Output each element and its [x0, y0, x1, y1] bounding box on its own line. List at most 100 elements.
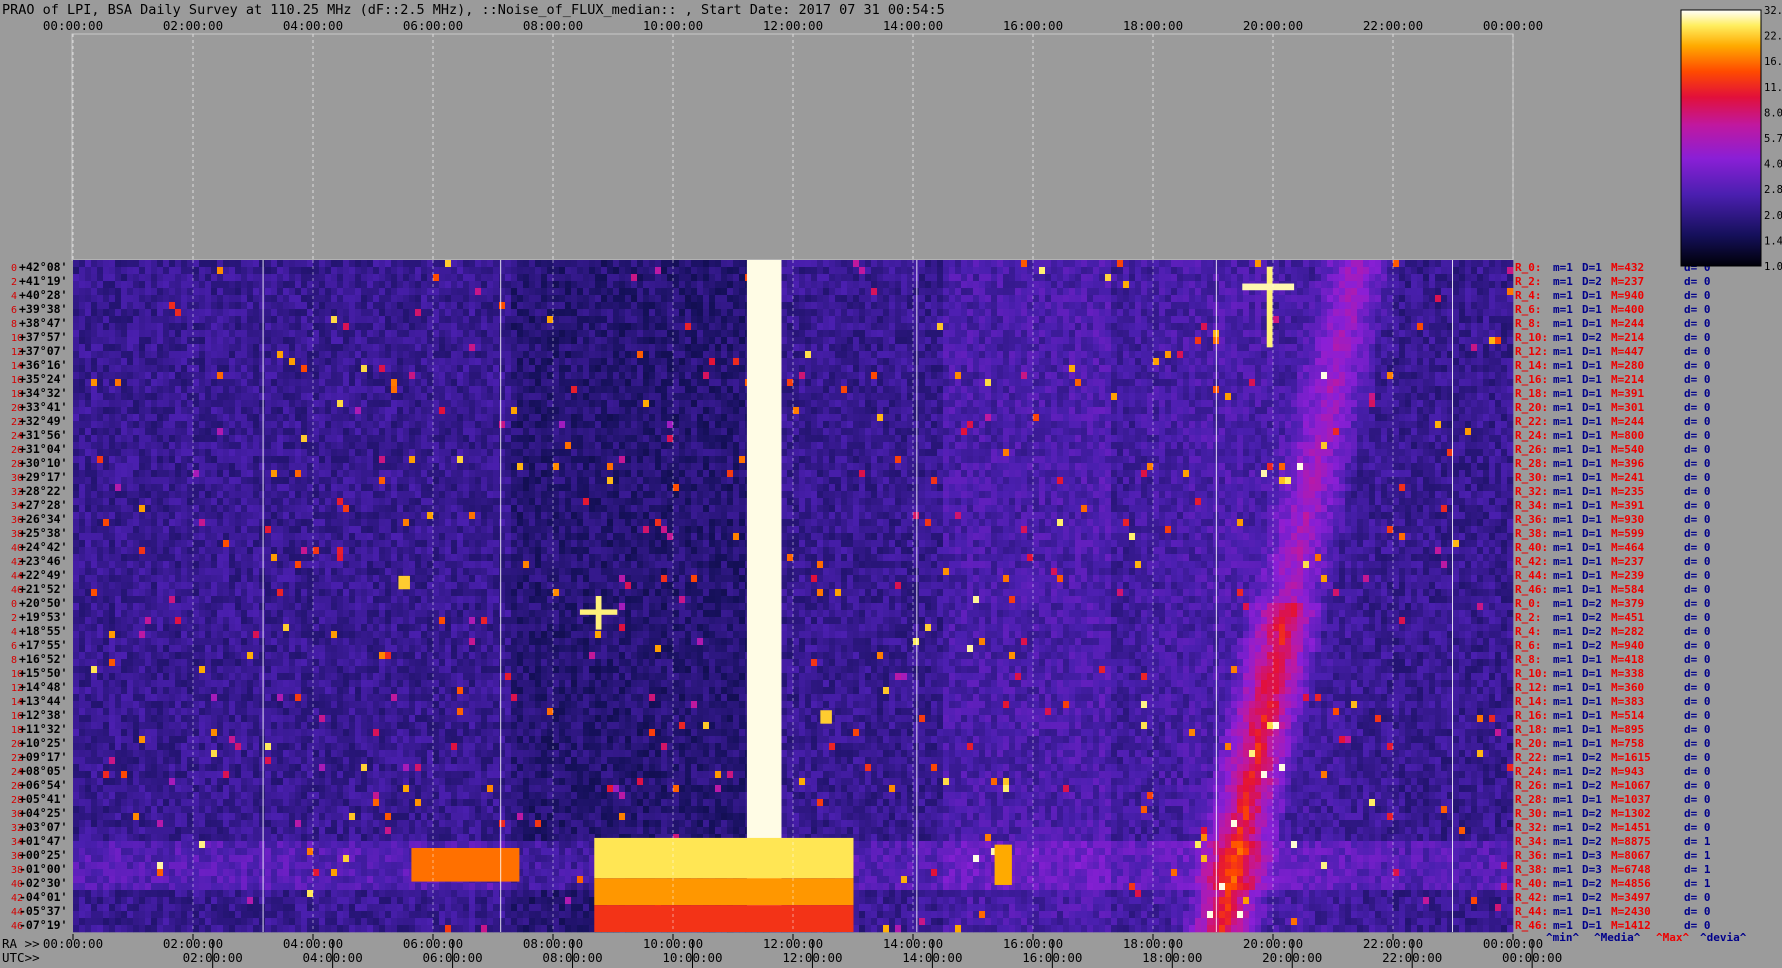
heatmap-cell	[841, 288, 848, 296]
heatmap-cell	[493, 358, 500, 366]
heatmap-cell	[397, 351, 404, 359]
heatmap-cell	[1369, 281, 1376, 289]
heatmap-cell	[1111, 337, 1118, 345]
heatmap-cell	[1321, 386, 1328, 394]
heatmap-cell	[313, 330, 320, 338]
heatmap-cell	[1417, 351, 1424, 359]
heatmap-cell	[229, 344, 236, 352]
heatmap-cell	[253, 260, 260, 268]
heatmap-cell	[1057, 379, 1064, 387]
heatmap-cell	[511, 365, 518, 373]
heatmap-cell	[859, 309, 866, 317]
heatmap-cell	[871, 358, 878, 366]
heatmap-cell	[379, 288, 386, 296]
heatmap-cell	[1249, 323, 1256, 331]
heatmap-cell	[1441, 358, 1448, 366]
heatmap-cell	[1219, 372, 1226, 380]
heatmap-cell	[793, 281, 800, 289]
heatmap-cell	[955, 372, 962, 380]
heatmap-cell	[781, 379, 788, 387]
heatmap-cell	[439, 337, 446, 345]
heatmap-cell	[571, 295, 578, 303]
heatmap-cell	[949, 372, 956, 380]
heatmap-cell	[79, 372, 86, 380]
heatmap-cell	[1015, 400, 1022, 408]
heatmap-cell	[181, 337, 188, 345]
heatmap-cell	[1345, 316, 1352, 324]
heatmap-cell	[295, 400, 302, 408]
heatmap-cell	[781, 393, 788, 401]
heatmap-cell	[613, 351, 620, 359]
heatmap-cell	[169, 288, 176, 296]
heatmap-cell	[715, 316, 722, 324]
heatmap-cell	[1501, 358, 1508, 366]
heatmap-cell	[613, 337, 620, 345]
heatmap-cell	[235, 316, 242, 324]
heatmap-cell	[1441, 309, 1448, 317]
heatmap-cell	[865, 274, 872, 282]
heatmap-cell	[1261, 267, 1268, 275]
heatmap-cell	[523, 281, 530, 289]
heatmap-cell	[1351, 316, 1358, 324]
heatmap-cell	[1387, 379, 1394, 387]
heatmap-cell	[1273, 386, 1280, 394]
heatmap-cell	[1039, 316, 1046, 324]
heatmap-cell	[1201, 344, 1208, 352]
survey-chart: PRAO of LPI, BSA Daily Survey at 110.25 …	[2, 2, 1782, 968]
heatmap-cell	[811, 323, 818, 331]
heatmap-cell	[1009, 358, 1016, 366]
heatmap-cell	[97, 372, 104, 380]
heatmap-cell	[1015, 281, 1022, 289]
heatmap-cell	[643, 400, 650, 408]
heatmap-cell	[235, 393, 242, 401]
heatmap-cell	[1489, 330, 1496, 338]
heatmap-cell	[337, 379, 344, 387]
heatmap-cell	[1243, 358, 1250, 366]
heatmap-cell	[1345, 330, 1352, 338]
heatmap-cell	[1129, 344, 1136, 352]
heatmap-cell	[1147, 393, 1154, 401]
heatmap-cell	[385, 358, 392, 366]
heatmap-cell	[295, 260, 302, 268]
heatmap-cell	[1045, 274, 1052, 282]
heatmap-cell	[1123, 288, 1130, 296]
heatmap-cell	[847, 379, 854, 387]
heatmap-cell	[835, 281, 842, 289]
heatmap-cell	[319, 302, 326, 310]
heatmap-cell	[403, 386, 410, 394]
heatmap-cell	[781, 330, 788, 338]
heatmap-cell	[289, 260, 296, 268]
heatmap-cell	[805, 386, 812, 394]
heatmap-cell	[571, 344, 578, 352]
heatmap-cell	[721, 379, 728, 387]
heatmap-cell	[943, 400, 950, 408]
heatmap-cell	[673, 351, 680, 359]
heatmap-cell	[619, 330, 626, 338]
heatmap-cell	[1315, 302, 1322, 310]
heatmap-cell	[679, 400, 686, 408]
heatmap-cell	[511, 337, 518, 345]
heatmap-cell	[1069, 295, 1076, 303]
heatmap-cell	[109, 281, 116, 289]
heatmap-cell	[361, 309, 368, 317]
heatmap-cell	[823, 274, 830, 282]
heatmap-cell	[829, 295, 836, 303]
heatmap-cell	[949, 302, 956, 310]
heatmap-cell	[967, 393, 974, 401]
heatmap-cell	[499, 365, 506, 373]
heatmap-cell	[1147, 288, 1154, 296]
heatmap-cell	[313, 344, 320, 352]
heatmap-cell	[1141, 358, 1148, 366]
heatmap-cell	[883, 386, 890, 394]
heatmap-cell	[601, 337, 608, 345]
heatmap-cell	[655, 344, 662, 352]
heatmap-cell	[1105, 372, 1112, 380]
heatmap-cell	[439, 288, 446, 296]
heatmap-cell	[1195, 295, 1202, 303]
heatmap-cell	[169, 358, 176, 366]
heatmap-cell	[631, 302, 638, 310]
heatmap-cell	[931, 309, 938, 317]
heatmap-cell	[1003, 274, 1010, 282]
heatmap-cell	[631, 267, 638, 275]
heatmap-cell	[247, 344, 254, 352]
